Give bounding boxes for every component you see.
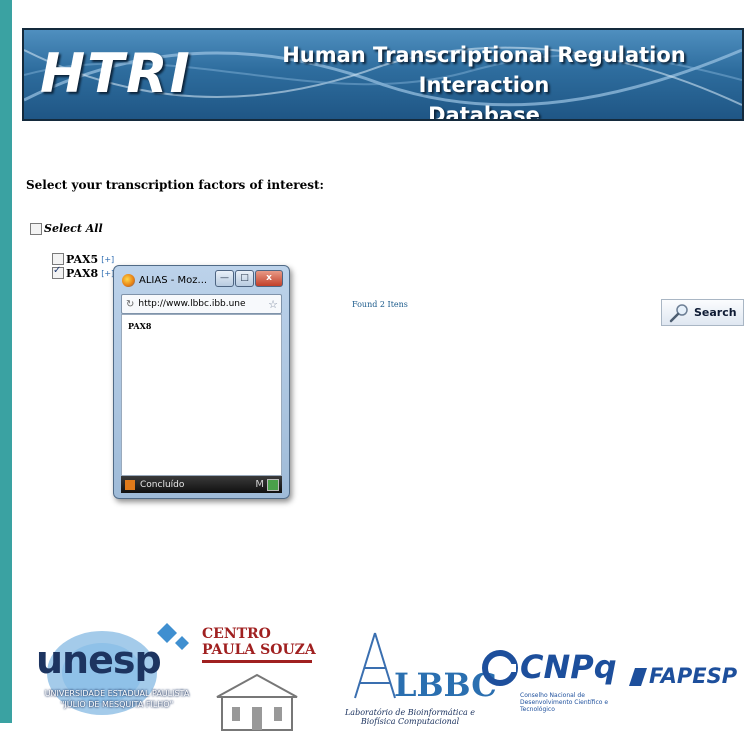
- pax5-checkbox[interactable]: [52, 253, 64, 265]
- fapesp-logo: FAPESP: [627, 660, 749, 700]
- found-items-text: Found 2 Itens: [352, 300, 408, 309]
- page-title: Human Transcriptional Regulation Interac…: [224, 40, 742, 121]
- unesp-subtitle: UNIVERSIDADE ESTADUAL PAULISTA "JÚLIO DE…: [22, 688, 212, 710]
- popup-address-bar[interactable]: ↻ http://www.lbbc.ibb.une ☆: [121, 294, 282, 314]
- status-icon: [125, 479, 135, 490]
- pax5-info-link[interactable]: [+]: [101, 255, 114, 264]
- unesp-subtitle-line2: "JÚLIO DE MESQUITA FILHO": [60, 700, 174, 709]
- fapesp-emblem-icon: [629, 668, 647, 686]
- popup-url[interactable]: http://www.lbbc.ibb.une: [138, 299, 268, 309]
- cps-rule: [202, 660, 312, 663]
- page-left-edge: [0, 0, 12, 723]
- popup-title: ALIAS - Moz...: [139, 274, 208, 286]
- select-all-row[interactable]: Select All: [30, 222, 103, 235]
- close-button[interactable]: x: [255, 270, 283, 287]
- addon-icon: [267, 478, 279, 491]
- unesp-logo: unesp UNIVERSIDADE ESTADUAL PAULISTA "JÚ…: [22, 618, 202, 723]
- bookmark-star-icon[interactable]: ☆: [268, 298, 278, 311]
- unesp-subtitle-line1: UNIVERSIDADE ESTADUAL PAULISTA: [44, 689, 190, 698]
- building-icon: [216, 673, 298, 731]
- factor-name: PAX8: [66, 266, 99, 280]
- cps-title: CENTRO PAULA SOUZA: [202, 626, 316, 658]
- select-all-label: Select All: [44, 222, 103, 235]
- lbbc-subtitle-line2: Biofísica Computacional: [360, 717, 460, 726]
- selection-prompt: Select your transcription factors of int…: [26, 178, 324, 192]
- header-banner: HTRI Human Transcriptional Regulation In…: [22, 28, 744, 121]
- fapesp-wordmark: FAPESP: [649, 664, 738, 688]
- cnpq-subtitle: Conselho Nacional de Desenvolvimento Cie…: [520, 692, 609, 713]
- sponsor-logos: unesp UNIVERSIDADE ESTADUAL PAULISTA "JÚ…: [12, 618, 749, 731]
- select-all-checkbox[interactable]: [30, 222, 42, 235]
- search-icon: [669, 303, 688, 322]
- pax8-checkbox[interactable]: [52, 265, 64, 279]
- lbbc-logo: LBBC Laboratório de Bioinformática e Bio…: [340, 628, 497, 726]
- popup-status-bar: Concluído M: [121, 476, 282, 493]
- factor-name: PAX5: [66, 252, 99, 266]
- popup-result-text: PAX8: [128, 321, 152, 331]
- page-title-line1: Human Transcriptional Regulation Interac…: [282, 43, 686, 97]
- window-controls: — □ x: [214, 270, 283, 287]
- search-button-label: Search: [694, 306, 737, 319]
- cnpq-logo: CNPq Conselho Nacional de Desenvolviment…: [482, 648, 622, 718]
- minimize-button[interactable]: —: [215, 270, 234, 287]
- transcription-factor-list: PAX5 [+] PAX8 [+]: [52, 252, 114, 280]
- lbbc-subtitle-line1: Laboratório de Bioinformática e: [344, 708, 475, 717]
- firefox-icon: [122, 273, 135, 287]
- lbbc-subtitle: Laboratório de Bioinformática e Biofísic…: [340, 708, 480, 726]
- cnpq-wordmark: CNPq: [520, 648, 617, 686]
- popup-titlebar[interactable]: ALIAS - Moz... — □ x: [118, 270, 285, 290]
- list-item: PAX5 [+]: [52, 252, 114, 266]
- mail-icon: M: [255, 479, 264, 490]
- cnpq-emblem-icon: [482, 650, 518, 686]
- alias-popup-window: ALIAS - Moz... — □ x ↻ http://www.lbbc.i…: [113, 265, 290, 499]
- page-title-line2: Database: [428, 103, 540, 121]
- unesp-wordmark: unesp: [36, 638, 162, 682]
- list-item: PAX8 [+]: [52, 265, 114, 280]
- htri-logo: HTRI: [40, 42, 192, 105]
- search-button[interactable]: Search: [661, 299, 744, 326]
- status-text: Concluído: [140, 479, 185, 490]
- maximize-button[interactable]: □: [235, 270, 254, 287]
- popup-content: PAX8: [121, 314, 282, 476]
- centro-paula-souza-logo: CENTRO PAULA SOUZA: [202, 626, 322, 731]
- reload-icon: ↻: [126, 298, 135, 310]
